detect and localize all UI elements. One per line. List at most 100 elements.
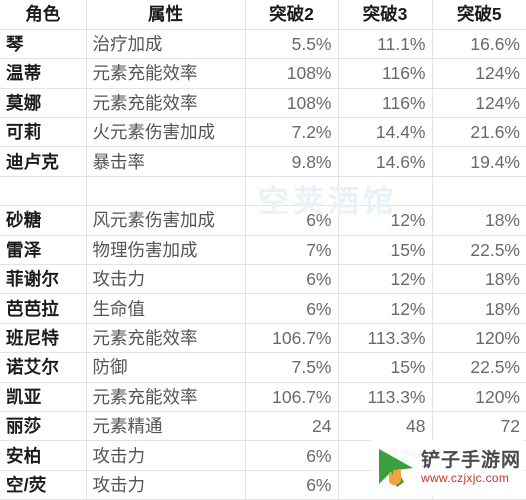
character-ascension-stats-table: 角色 属性 突破2 突破3 突破5 琴治疗加成 5.5% 11.1% 16.6% 温蒂元… — [0, 0, 526, 500]
column-header-character: 角色 — [0, 0, 87, 30]
cell-ascension-2 — [245, 176, 339, 207]
site-logo-watermark: 铲子手游网 www.czjxjc.com — [370, 440, 524, 496]
cell-attribute: 风元素伤害加成 — [86, 205, 246, 236]
cell-ascension-5: 22.5% — [432, 352, 526, 383]
cell-attribute: 治疗加成 — [86, 29, 246, 60]
cell-ascension-2: 7% — [245, 235, 339, 266]
cell-attribute: 攻击力 — [86, 440, 246, 471]
table-row: 琴治疗加成 5.5% 11.1% 16.6% — [0, 29, 526, 60]
cell-attribute: 攻击力 — [86, 264, 246, 295]
cell-ascension-2: 6% — [245, 440, 339, 471]
table-row: 芭芭拉 生命值 6% 12% 18% — [0, 293, 526, 324]
table-row: 可莉 火元素伤害加成 7.2% 14.4% 21.6% — [0, 117, 526, 148]
cell-ascension-3: 15% — [338, 235, 433, 266]
cell-attribute: 元素充能效率 — [86, 58, 246, 89]
cell-character: 空/荧 — [0, 470, 87, 500]
cell-ascension-3: 48 — [338, 411, 433, 442]
table-row: 砂糖 风元素伤害加成 6% 12% 18% — [0, 205, 526, 236]
table-row: 丽莎 元素精通 24 48 72 — [0, 411, 526, 442]
cell-attribute: 元素精通 — [86, 411, 246, 442]
cell-character: 砂糖 — [0, 205, 87, 236]
cell-attribute: 暴击率 — [86, 146, 246, 177]
cell-ascension-5 — [432, 176, 526, 207]
cell-ascension-5: 22.5% — [432, 235, 526, 266]
cell-ascension-5: 120% — [432, 323, 526, 354]
cell-character: 凯亚 — [0, 382, 87, 412]
table-body: 琴治疗加成 5.5% 11.1% 16.6% 温蒂 元素充能效率 108% 116% 124% 莫… — [0, 29, 526, 500]
table-row: 班尼特 元素充能效率 106.7% 113.3% 120% — [0, 323, 526, 354]
cell-ascension-5: 18% — [432, 293, 526, 324]
cell-ascension-5: 120% — [432, 382, 526, 412]
cell-ascension-3: 15% — [338, 352, 433, 383]
cell-ascension-2: 6% — [245, 264, 339, 295]
cell-ascension-2: 9.8% — [245, 146, 339, 177]
cell-attribute: 防御 — [86, 352, 246, 383]
table-row — [0, 176, 526, 207]
cell-ascension-3: 14.4% — [338, 117, 433, 148]
cell-ascension-2: 108% — [245, 88, 339, 119]
cell-character: 可莉 — [0, 117, 87, 148]
cell-character: 诺艾尔 — [0, 352, 87, 383]
cell-character: 莫娜 — [0, 88, 87, 119]
cell-ascension-2: 106.7% — [245, 323, 339, 354]
cell-ascension-5: 19.4% — [432, 146, 526, 177]
table-row: 菲谢尔 攻击力 6% 12% 18% — [0, 264, 526, 295]
cell-character: 雷泽 — [0, 235, 87, 266]
column-header-ascension-2: 突破2 — [245, 0, 339, 30]
table-row: 莫娜 元素充能效率 108% 116% 124% — [0, 88, 526, 119]
cell-ascension-5: 16.6% — [432, 29, 526, 60]
cell-ascension-3: 14.6% — [338, 146, 433, 177]
cell-ascension-3: 11.1% — [338, 29, 433, 60]
site-url: www.czjxjc.com — [420, 471, 510, 485]
column-header-ascension-3: 突破3 — [338, 0, 433, 30]
cell-ascension-2: 6% — [245, 293, 339, 324]
column-header-attribute: 属性 — [86, 0, 246, 30]
cell-attribute: 火元素伤害加成 — [86, 117, 246, 148]
cell-ascension-3: 12% — [338, 293, 433, 324]
cell-ascension-2: 7.5% — [245, 352, 339, 383]
cell-ascension-5: 124% — [432, 88, 526, 119]
table-header-row: 角色 属性 突破2 突破3 突破5 — [0, 0, 526, 30]
spreadsheet-table-area: 空荚酒馆 角色 属性 突破2 突破3 突破5 琴治疗加成 5.5% 11.1% 16.… — [0, 0, 526, 500]
cell-attribute: 物理伤害加成 — [86, 235, 246, 266]
table-row: 温蒂 元素充能效率 108% 116% 124% — [0, 58, 526, 89]
table-row: 凯亚 元素充能效率 106.7% 113.3% 120% — [0, 382, 526, 412]
cell-ascension-5: 18% — [432, 264, 526, 295]
cell-ascension-2: 6% — [245, 205, 339, 236]
cell-ascension-3: 113.3% — [338, 382, 433, 412]
cell-character: 迪卢克 — [0, 146, 87, 177]
cell-ascension-2: 106.7% — [245, 382, 339, 412]
cell-ascension-5: 21.6% — [432, 117, 526, 148]
cell-ascension-2: 24 — [245, 411, 339, 442]
cell-ascension-3: 116% — [338, 58, 433, 89]
site-name: 铲子手游网 — [420, 450, 521, 471]
cell-attribute — [86, 176, 246, 207]
cell-ascension-3: 12% — [338, 264, 433, 295]
cell-character: 琴 — [0, 29, 87, 60]
table-row: 雷泽 物理伤害加成 7% 15% 22.5% — [0, 235, 526, 266]
cell-attribute: 生命值 — [86, 293, 246, 324]
cell-attribute: 元素充能效率 — [86, 323, 246, 354]
cell-ascension-3 — [338, 176, 433, 207]
cursor-arrow-icon — [373, 446, 419, 490]
cell-character: 丽莎 — [0, 411, 87, 442]
cell-ascension-2: 7.2% — [245, 117, 339, 148]
cell-ascension-5: 18% — [432, 205, 526, 236]
cell-character — [0, 176, 87, 207]
cell-attribute: 元素充能效率 — [86, 88, 246, 119]
cell-attribute: 元素充能效率 — [86, 382, 246, 412]
cell-ascension-3: 12% — [338, 205, 433, 236]
cell-ascension-2: 108% — [245, 58, 339, 89]
table-row: 迪卢克 暴击率 9.8% 14.6% 19.4% — [0, 146, 526, 177]
logo-text-block: 铲子手游网 www.czjxjc.com — [421, 450, 521, 486]
cell-ascension-2: 6% — [245, 470, 339, 500]
cell-ascension-5: 124% — [432, 58, 526, 89]
cell-character: 温蒂 — [0, 58, 87, 89]
cell-character: 班尼特 — [0, 323, 87, 354]
cell-character: 安柏 — [0, 440, 87, 471]
cell-ascension-3: 116% — [338, 88, 433, 119]
cell-attribute: 攻击力 — [86, 470, 246, 500]
cell-ascension-5: 72 — [432, 411, 526, 442]
cell-character: 菲谢尔 — [0, 264, 87, 295]
cell-character: 芭芭拉 — [0, 293, 87, 324]
